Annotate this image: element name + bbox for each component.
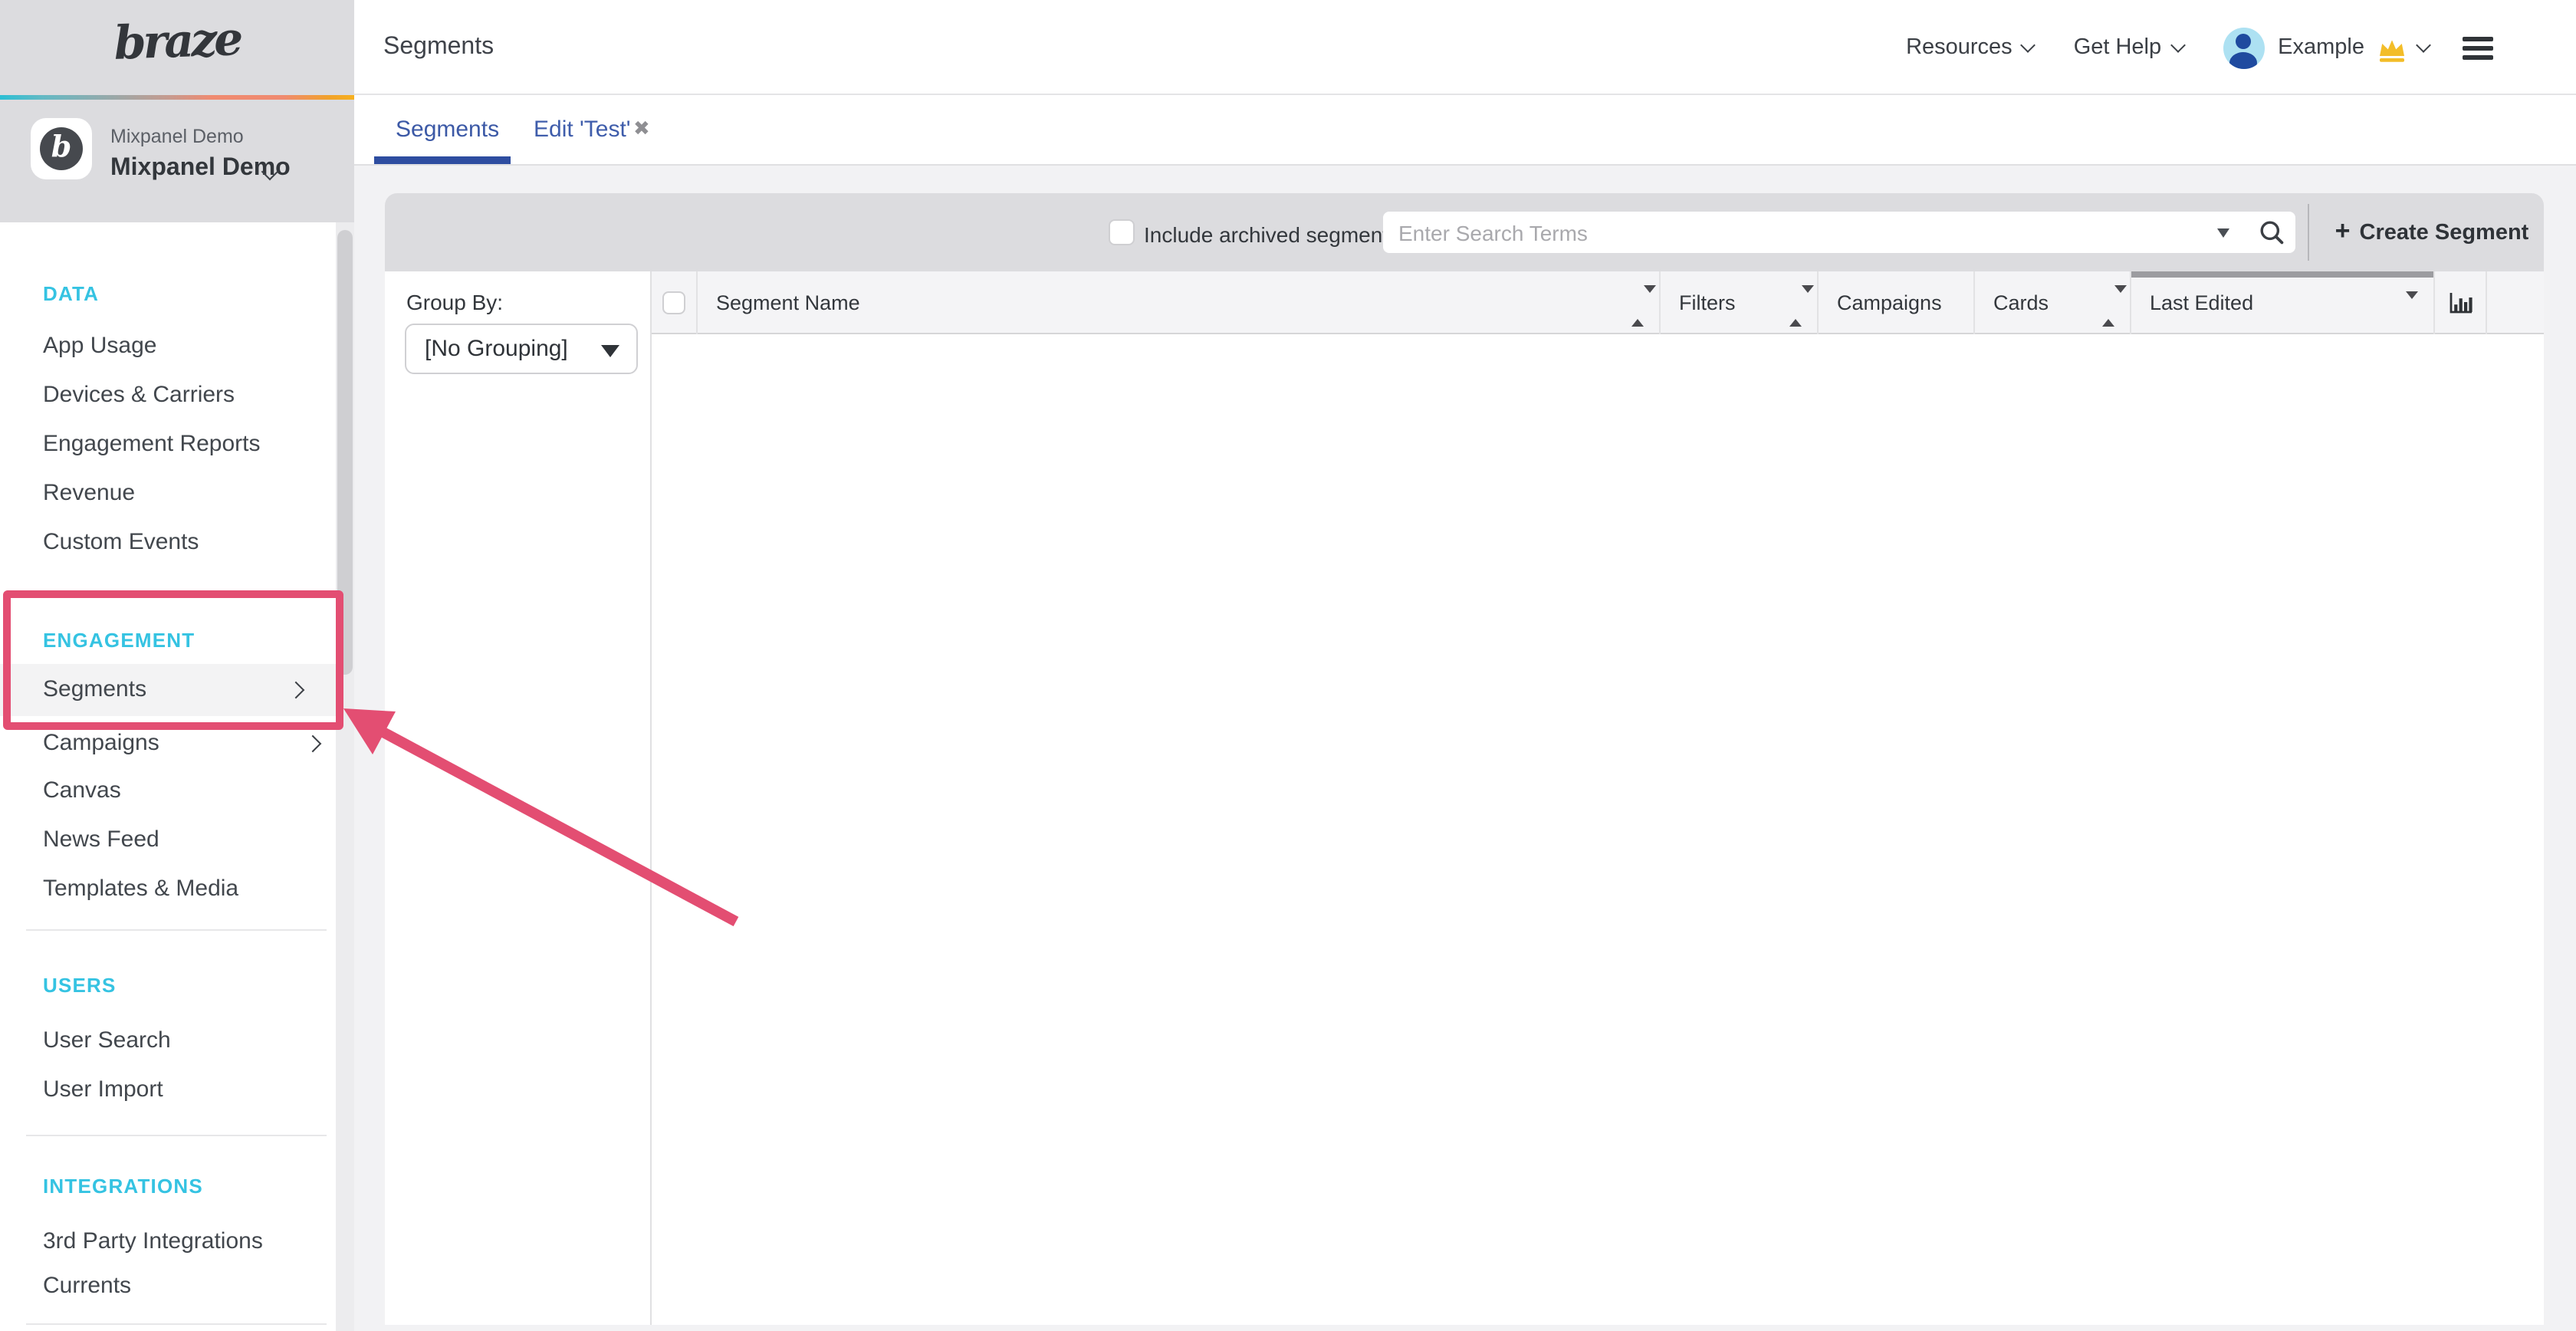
column-label: Last Edited — [2150, 291, 2253, 314]
include-archived-label[interactable]: Include archived segments — [1144, 222, 1399, 247]
sidebar-nav: DATA App Usage Devices & Carriers Engage… — [0, 222, 336, 1331]
sort-icon[interactable] — [1631, 293, 1645, 320]
column-filters[interactable]: Filters — [1661, 271, 1819, 334]
sidebar-item-custom-events[interactable]: Custom Events — [43, 527, 319, 558]
filter-toolbar: Include archived segments + Create Segme… — [385, 193, 2544, 271]
sidebar-divider — [26, 1135, 327, 1136]
page-title: Segments — [383, 34, 494, 61]
select-all-cell — [652, 271, 698, 334]
column-label: Campaigns — [1837, 291, 1942, 314]
tab-edit-test[interactable]: Edit 'Test' — [534, 117, 631, 143]
content-area: Include archived segments + Create Segme… — [354, 166, 2576, 1331]
workspace-logo-icon: b — [40, 127, 83, 170]
active-tab-underline — [374, 156, 511, 164]
sidebar-item-currents[interactable]: Currents — [43, 1271, 319, 1302]
user-name[interactable]: Example — [2278, 35, 2364, 60]
caret-down-icon — [601, 345, 619, 357]
search-dropdown-caret-icon[interactable] — [2217, 228, 2229, 238]
sidebar-item-news-feed[interactable]: News Feed — [43, 825, 319, 856]
tab-segments[interactable]: Segments — [396, 117, 499, 143]
workspace-selector[interactable]: b Mixpanel Demo Mixpanel Demo — [0, 100, 354, 222]
search-icon[interactable] — [2259, 219, 2286, 247]
sidebar: braze b Mixpanel Demo Mixpanel Demo DATA… — [0, 0, 354, 1331]
sidebar-item-campaigns[interactable]: Campaigns — [43, 728, 319, 759]
sidebar-item-revenue[interactable]: Revenue — [43, 478, 319, 509]
sidebar-divider — [26, 1323, 327, 1325]
group-by-label: Group By: — [406, 290, 503, 314]
sidebar-item-templates-media[interactable]: Templates & Media — [43, 874, 319, 905]
table-body-empty — [652, 334, 2544, 1325]
toolbar-divider — [2308, 204, 2309, 261]
top-right-menu: Resources Get Help Example — [1906, 0, 2493, 95]
section-title-data: DATA — [43, 282, 99, 307]
avatar[interactable] — [2223, 27, 2264, 68]
sidebar-item-campaigns-label: Campaigns — [43, 730, 159, 756]
table-header-row: Segment Name Filters Campaigns Cards Las… — [652, 271, 2544, 334]
select-all-checkbox[interactable] — [662, 291, 685, 314]
avatar-body — [2229, 51, 2257, 68]
top-bar: Segments Resources Get Help Example — [354, 0, 2576, 95]
plus-icon: + — [2335, 215, 2351, 246]
braze-dashboard: braze b Mixpanel Demo Mixpanel Demo DATA… — [0, 0, 2576, 1331]
crown-icon — [2377, 36, 2407, 62]
chevron-right-icon — [304, 735, 322, 753]
logo-bar: braze — [0, 0, 354, 95]
column-analytics[interactable] — [2435, 271, 2487, 334]
create-segment-label: Create Segment — [2360, 220, 2529, 245]
sidebar-item-app-usage[interactable]: App Usage — [43, 331, 319, 362]
create-segment-button[interactable]: + Create Segment — [2320, 193, 2544, 271]
column-campaigns[interactable]: Campaigns — [1819, 271, 1975, 334]
avatar-head — [2236, 33, 2251, 48]
sorted-column-indicator — [2131, 271, 2433, 278]
sort-icon[interactable] — [1789, 293, 1803, 320]
tab-bar: Segments Edit 'Test' ✖ — [354, 95, 2576, 166]
sidebar-item-user-import[interactable]: User Import — [43, 1075, 319, 1106]
workspace-label: Mixpanel Demo — [110, 126, 244, 147]
column-cards[interactable]: Cards — [1975, 271, 2131, 334]
group-by-value: [No Grouping] — [425, 336, 568, 362]
search-input[interactable] — [1383, 212, 2295, 253]
workspace-icon: b — [31, 118, 92, 179]
group-by-select[interactable]: [No Grouping] — [405, 324, 638, 374]
sidebar-scrollbar[interactable] — [336, 222, 354, 1331]
sidebar-item-devices-carriers[interactable]: Devices & Carriers — [43, 380, 319, 411]
sidebar-item-engagement-reports[interactable]: Engagement Reports — [43, 429, 319, 460]
chevron-down-icon[interactable] — [2021, 38, 2036, 53]
chevron-down-icon[interactable] — [2170, 38, 2185, 53]
get-help-menu[interactable]: Get Help — [2074, 35, 2161, 60]
column-last-edited[interactable]: Last Edited — [2131, 271, 2435, 334]
column-actions-empty — [2487, 271, 2542, 334]
segments-table: Segment Name Filters Campaigns Cards Las… — [652, 271, 2544, 1325]
column-label: Segment Name — [716, 291, 860, 314]
sort-desc-icon[interactable] — [2406, 299, 2420, 327]
column-segment-name[interactable]: Segment Name — [698, 271, 1661, 334]
sidebar-item-3rd-party-integrations[interactable]: 3rd Party Integrations — [43, 1227, 319, 1257]
group-by-panel: Group By: [No Grouping] — [385, 271, 652, 1325]
section-title-integrations: INTEGRATIONS — [43, 1175, 203, 1199]
hamburger-menu-icon[interactable] — [2463, 36, 2493, 59]
column-label: Cards — [1993, 291, 2049, 314]
sidebar-divider — [26, 929, 327, 931]
include-archived-checkbox[interactable] — [1109, 219, 1135, 245]
sidebar-item-user-search[interactable]: User Search — [43, 1026, 319, 1057]
braze-logo[interactable]: braze — [0, 9, 355, 75]
sidebar-item-canvas[interactable]: Canvas — [43, 776, 319, 807]
column-label: Filters — [1679, 291, 1736, 314]
sort-icon[interactable] — [2102, 293, 2116, 320]
annotation-highlight-box — [3, 590, 343, 730]
chevron-down-icon[interactable] — [2416, 38, 2431, 53]
close-icon[interactable]: ✖ — [633, 117, 650, 141]
resources-menu[interactable]: Resources — [1906, 35, 2013, 60]
bar-chart-icon — [2448, 291, 2472, 314]
section-title-users: USERS — [43, 974, 117, 998]
